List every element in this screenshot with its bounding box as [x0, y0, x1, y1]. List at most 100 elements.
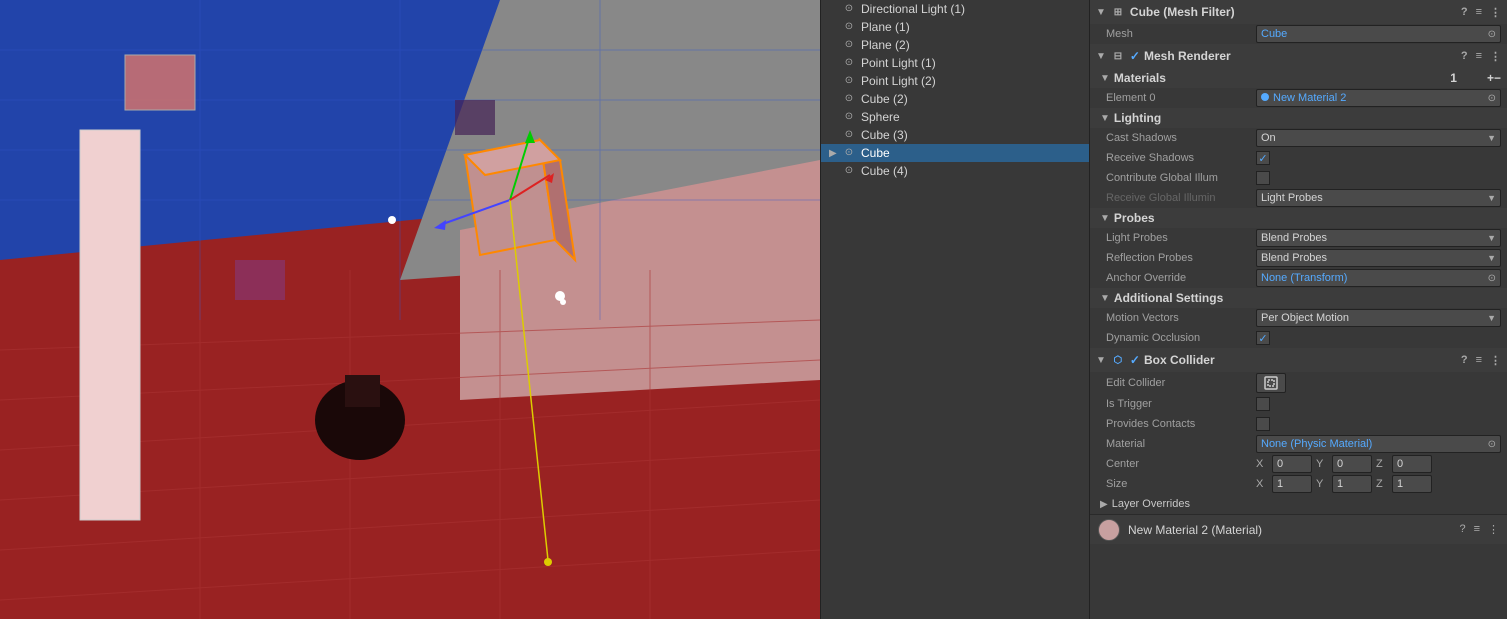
anchor-override-reset[interactable]: ⊙ — [1488, 273, 1496, 284]
receive-shadows-label: Receive Shadows — [1106, 152, 1256, 164]
center-x-input[interactable]: 0 — [1272, 455, 1312, 473]
probes-label: Probes — [1114, 211, 1155, 225]
cast-shadows-arrow: ▼ — [1487, 133, 1496, 143]
mesh-value-field[interactable]: Cube ⊙ — [1256, 25, 1501, 43]
reflection-probes-arrow: ▼ — [1487, 253, 1496, 263]
cast-shadows-value: On — [1261, 132, 1276, 144]
anchor-override-field[interactable]: None (Transform) ⊙ — [1256, 269, 1501, 287]
box-collider-checkbox[interactable]: ✓ — [1130, 353, 1140, 367]
box-collider-header[interactable]: ▼ ⬡ ✓ Box Collider ? ≡ ⋮ — [1090, 348, 1507, 372]
material-settings[interactable]: ≡ — [1474, 523, 1480, 536]
collider-material-reset[interactable]: ⊙ — [1488, 439, 1496, 450]
edit-collider-button[interactable] — [1256, 373, 1286, 393]
contribute-gi-row: Contribute Global Illum — [1090, 168, 1507, 188]
hierarchy-item-cube-2[interactable]: ⊙Cube (2) — [821, 90, 1089, 108]
hierarchy-item-point-light-1[interactable]: ⊙Point Light (1) — [821, 54, 1089, 72]
dynamic-occlusion-row: Dynamic Occlusion ✓ — [1090, 328, 1507, 348]
hierarchy-item-cube-4[interactable]: ⊙Cube (4) — [821, 162, 1089, 180]
contribute-gi-checkbox[interactable] — [1256, 171, 1270, 185]
mesh-filter-settings[interactable]: ≡ — [1476, 6, 1482, 19]
size-x-input[interactable]: 1 — [1272, 475, 1312, 493]
mesh-filter-title: Cube (Mesh Filter) — [1130, 5, 1235, 19]
hierarchy-item-label: Point Light (2) — [861, 74, 936, 88]
receive-shadows-checkbox[interactable]: ✓ — [1256, 151, 1270, 165]
motion-vectors-row: Motion Vectors Per Object Motion ▼ — [1090, 308, 1507, 328]
element0-reset-icon[interactable]: ⊙ — [1488, 93, 1496, 104]
receive-gi-dropdown[interactable]: Light Probes ▼ — [1256, 189, 1501, 207]
edit-collider-row: Edit Collider — [1090, 372, 1507, 394]
material-footer[interactable]: New Material 2 (Material) ? ≡ ⋮ — [1090, 514, 1507, 544]
inspector-panel: ▼ ⊞ Cube (Mesh Filter) ? ≡ ⋮ Mesh Cube ⊙… — [1090, 0, 1507, 619]
provides-contacts-row: Provides Contacts — [1090, 414, 1507, 434]
receive-shadows-row: Receive Shadows ✓ — [1090, 148, 1507, 168]
mesh-row: Mesh Cube ⊙ — [1090, 24, 1507, 44]
materials-add-button[interactable]: + — [1487, 71, 1494, 85]
box-collider-fold-arrow: ▼ — [1096, 355, 1106, 366]
box-collider-more[interactable]: ⋮ — [1490, 354, 1501, 367]
receive-gi-label: Receive Global Illumin — [1106, 192, 1256, 204]
layer-overrides-label: Layer Overrides — [1112, 498, 1190, 510]
cast-shadows-label: Cast Shadows — [1106, 132, 1256, 144]
anchor-override-value: None (Transform) — [1261, 272, 1347, 284]
motion-vectors-dropdown[interactable]: Per Object Motion ▼ — [1256, 309, 1501, 327]
element0-value-field[interactable]: New Material 2 ⊙ — [1256, 89, 1501, 107]
motion-vectors-arrow: ▼ — [1487, 313, 1496, 323]
mesh-label: Mesh — [1106, 28, 1256, 40]
reflection-probes-dropdown[interactable]: Blend Probes ▼ — [1256, 249, 1501, 267]
center-y-input[interactable]: 0 — [1332, 455, 1372, 473]
hierarchy-icon: ⊙ — [841, 73, 857, 89]
material-more[interactable]: ⋮ — [1488, 523, 1499, 536]
hierarchy-item-sphere[interactable]: ⊙Sphere — [821, 108, 1089, 126]
center-z-input[interactable]: 0 — [1392, 455, 1432, 473]
mesh-renderer-checkbox[interactable]: ✓ — [1130, 49, 1140, 63]
provides-contacts-checkbox[interactable] — [1256, 417, 1270, 431]
size-z-input[interactable]: 1 — [1392, 475, 1432, 493]
hierarchy-item-plane-2[interactable]: ⊙Plane (2) — [821, 36, 1089, 54]
mesh-renderer-help[interactable]: ? — [1461, 50, 1468, 63]
lighting-subheader[interactable]: ▼ Lighting — [1090, 108, 1507, 128]
material-help[interactable]: ? — [1459, 523, 1465, 536]
materials-remove-button[interactable]: − — [1494, 71, 1501, 85]
hierarchy-item-label: Cube — [861, 146, 890, 160]
scene-viewport[interactable] — [0, 0, 820, 619]
hierarchy-item-cube[interactable]: ▶⊙Cube — [821, 144, 1089, 162]
hierarchy-icon: ⊙ — [841, 127, 857, 143]
is-trigger-label: Is Trigger — [1106, 398, 1256, 410]
materials-subheader[interactable]: ▼ Materials 1 + − — [1090, 68, 1507, 88]
probes-subheader[interactable]: ▼ Probes — [1090, 208, 1507, 228]
additional-settings-subheader[interactable]: ▼ Additional Settings — [1090, 288, 1507, 308]
layer-overrides-row[interactable]: ▶ Layer Overrides — [1090, 494, 1507, 514]
mesh-filter-more[interactable]: ⋮ — [1490, 6, 1501, 19]
element0-row: Element 0 New Material 2 ⊙ — [1090, 88, 1507, 108]
light-probes-dropdown[interactable]: Blend Probes ▼ — [1256, 229, 1501, 247]
is-trigger-row: Is Trigger — [1090, 394, 1507, 414]
dynamic-occlusion-checkbox[interactable]: ✓ — [1256, 331, 1270, 345]
hierarchy-item-directional-light-1[interactable]: ⊙Directional Light (1) — [821, 0, 1089, 18]
layer-overrides-arrow: ▶ — [1100, 499, 1108, 510]
hierarchy-panel: ⊙Directional Light (1)⊙Plane (1)⊙Plane (… — [820, 0, 1090, 619]
is-trigger-checkbox[interactable] — [1256, 397, 1270, 411]
mesh-filter-help[interactable]: ? — [1461, 6, 1468, 19]
size-z-label: Z — [1376, 478, 1388, 490]
box-collider-icon: ⬡ — [1110, 352, 1126, 368]
collider-material-row: Material None (Physic Material) ⊙ — [1090, 434, 1507, 454]
hierarchy-item-point-light-2[interactable]: ⊙ Point Light (2) — [821, 72, 1089, 90]
mesh-renderer-title: Mesh Renderer — [1144, 49, 1231, 63]
hierarchy-item-plane-1[interactable]: ⊙Plane (1) — [821, 18, 1089, 36]
box-collider-settings[interactable]: ≡ — [1476, 354, 1482, 367]
material-swatch — [1098, 519, 1120, 541]
mesh-renderer-more[interactable]: ⋮ — [1490, 50, 1501, 63]
collider-material-field[interactable]: None (Physic Material) ⊙ — [1256, 435, 1501, 453]
hierarchy-icon: ⊙ — [841, 145, 857, 161]
additional-settings-label: Additional Settings — [1114, 291, 1223, 305]
cast-shadows-dropdown[interactable]: On ▼ — [1256, 129, 1501, 147]
box-collider-help[interactable]: ? — [1461, 354, 1468, 367]
mesh-filter-header[interactable]: ▼ ⊞ Cube (Mesh Filter) ? ≡ ⋮ — [1090, 0, 1507, 24]
mesh-reset-icon[interactable]: ⊙ — [1488, 29, 1496, 40]
hierarchy-item-label: Cube (2) — [861, 92, 908, 106]
mesh-renderer-settings[interactable]: ≡ — [1476, 50, 1482, 63]
cast-shadows-row: Cast Shadows On ▼ — [1090, 128, 1507, 148]
mesh-renderer-header[interactable]: ▼ ⊟ ✓ Mesh Renderer ? ≡ ⋮ — [1090, 44, 1507, 68]
size-y-input[interactable]: 1 — [1332, 475, 1372, 493]
hierarchy-item-cube-3[interactable]: ⊙Cube (3) — [821, 126, 1089, 144]
